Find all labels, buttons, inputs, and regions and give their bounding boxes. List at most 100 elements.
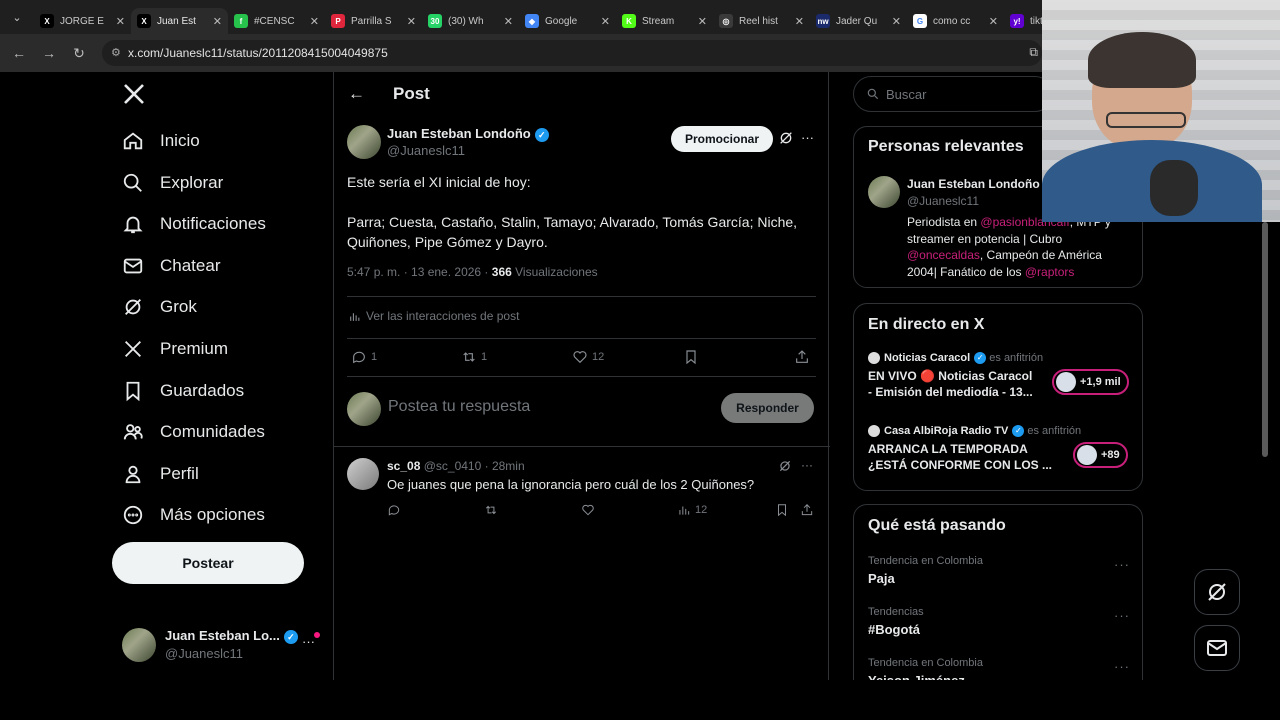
author-name[interactable]: Juan Esteban Londoño (387, 126, 531, 141)
scrollbar[interactable] (1260, 222, 1270, 672)
avatar[interactable] (347, 458, 379, 490)
back-arrow-icon[interactable]: ← (4, 45, 34, 61)
promote-button[interactable]: Promocionar (671, 126, 774, 152)
live-listeners-pill[interactable]: +89 (1073, 442, 1128, 468)
repost-button[interactable] (484, 503, 502, 517)
tab-favicon-icon: G (913, 14, 927, 28)
sidebar-item-grok[interactable]: Grok (120, 289, 197, 325)
messages-float-button[interactable] (1194, 625, 1240, 671)
close-tab-icon[interactable]: ✕ (407, 15, 416, 28)
sidebar-item-mas-opciones[interactable]: Más opciones (120, 497, 265, 533)
close-tab-icon[interactable]: ✕ (310, 15, 319, 28)
relevant-name[interactable]: Juan Esteban Londoño (907, 177, 1040, 191)
address-bar[interactable]: ⚙ x.com/Juaneslc11/status/20112084150040… (102, 40, 1042, 66)
live-item[interactable]: Casa AlbiRoja Radio TV ✓ es anfitrión ARR… (854, 425, 1142, 489)
close-tab-icon[interactable]: ✕ (504, 15, 513, 28)
notification-dot (314, 632, 320, 638)
close-tab-icon[interactable]: ✕ (116, 15, 125, 28)
browser-tab[interactable]: K Stream ✕ (616, 8, 713, 34)
reply-author-handle[interactable]: @sc_0410 (424, 459, 482, 473)
bio-link[interactable]: @oncecaldas (907, 248, 980, 262)
trend-item[interactable]: Tendencia en Colombia Paja ··· (854, 555, 1142, 599)
grok-float-button[interactable] (1194, 569, 1240, 615)
more-icon[interactable]: ··· (302, 634, 315, 649)
repost-button[interactable]: 1 (461, 349, 487, 365)
reply-input[interactable]: Postea tu respuesta (388, 398, 530, 416)
account-switcher[interactable]: Juan Esteban Lo... ✓ @Juaneslc11 ··· (120, 626, 326, 666)
close-tab-icon[interactable]: ✕ (892, 15, 901, 28)
more-icon[interactable]: ··· (801, 130, 814, 145)
sidebar-item-premium[interactable]: Premium (120, 331, 228, 367)
grok-icon[interactable] (778, 130, 794, 151)
sidebar-item-perfil[interactable]: Perfil (120, 456, 199, 492)
sidebar-item-explorar[interactable]: Explorar (120, 165, 223, 201)
grok-icon[interactable] (778, 459, 792, 478)
close-tab-icon[interactable]: ✕ (213, 15, 222, 28)
more-icon[interactable]: ··· (1114, 608, 1130, 623)
back-arrow-icon[interactable]: ← (348, 84, 365, 104)
browser-tab[interactable]: X Juan Est ✕ (131, 8, 228, 34)
views-button[interactable]: 12 (677, 503, 707, 517)
sidebar-item-notificaciones[interactable]: Notificaciones (120, 206, 266, 242)
close-tab-icon[interactable]: ✕ (601, 15, 610, 28)
reply-button[interactable]: 1 (351, 349, 377, 365)
like-count: 12 (592, 351, 605, 363)
more-icon[interactable]: ··· (1114, 659, 1130, 674)
x-logo-icon (120, 336, 146, 362)
browser-tab[interactable]: 30 (30) Wh ✕ (422, 8, 519, 34)
forward-arrow-icon[interactable]: → (34, 45, 64, 61)
bookmark-button[interactable] (683, 349, 703, 365)
sidebar-item-guardados[interactable]: Guardados (120, 373, 244, 409)
relevant-handle[interactable]: @Juaneslc11 (907, 194, 979, 208)
more-icon[interactable]: ··· (1114, 557, 1130, 572)
browser-tab[interactable]: f #CENSC ✕ (228, 8, 325, 34)
x-logo-icon[interactable] (122, 82, 148, 108)
live-listeners-pill[interactable]: +1,9 mil (1052, 369, 1129, 395)
author-handle[interactable]: @Juaneslc11 (387, 143, 465, 158)
install-app-icon[interactable]: ⧉ (1029, 45, 1038, 60)
live-title-line: EN VIVO 🔴 Noticias Caracol (868, 369, 1033, 383)
more-icon[interactable]: ··· (801, 458, 813, 472)
sidebar-item-chatear[interactable]: Chatear (120, 248, 220, 284)
browser-tab[interactable]: ◎ Reel hist ✕ (713, 8, 810, 34)
bio-link[interactable]: @raptors (1025, 265, 1075, 279)
reply-post[interactable]: sc_08 @sc_0410 · 28min ··· Oe juanes que… (334, 447, 830, 527)
close-tab-icon[interactable]: ✕ (989, 15, 998, 28)
reload-icon[interactable]: ↻ (64, 45, 94, 62)
avatar[interactable] (347, 125, 381, 159)
sidebar-item-comunidades[interactable]: Comunidades (120, 414, 265, 450)
browser-tab[interactable]: X JORGE E ✕ (34, 8, 131, 34)
reply-submit-button[interactable]: Responder (721, 393, 814, 423)
reply-time[interactable]: · 28min (485, 459, 525, 473)
search-icon (867, 88, 879, 100)
site-info-icon[interactable]: ⚙ (111, 46, 121, 59)
close-tab-icon[interactable]: ✕ (795, 15, 804, 28)
avatar[interactable] (868, 176, 900, 208)
trend-item[interactable]: Tendencia en Colombia Yeison Jiménez ··· (854, 657, 1142, 680)
scrollbar-thumb[interactable] (1262, 222, 1268, 457)
browser-tab[interactable]: nw Jader Qu ✕ (810, 8, 907, 34)
bookmark-button[interactable] (775, 503, 793, 517)
main-column: ← Post Juan Esteban Londoño ✓ @Juaneslc11… (333, 72, 830, 680)
bookmark-icon (686, 350, 696, 365)
search-input[interactable]: Buscar (853, 76, 1053, 112)
share-button[interactable] (794, 349, 814, 365)
reply-button[interactable] (387, 503, 405, 517)
like-button[interactable] (581, 503, 599, 517)
trend-item[interactable]: Tendencias #Bogotá ··· (854, 606, 1142, 650)
browser-tab[interactable]: P Parrilla S ✕ (325, 8, 422, 34)
reply-author-name[interactable]: sc_08 (387, 459, 420, 473)
like-button[interactable]: 12 (572, 349, 604, 365)
tab-title: Jader Qu (836, 15, 878, 27)
sidebar-item-inicio[interactable]: Inicio (120, 123, 200, 159)
post-timestamp[interactable]: 5:47 p. m. · 13 ene. 2026 · (347, 265, 492, 279)
post-analytics-link[interactable]: Ver las interacciones de post (348, 309, 519, 323)
browser-tab[interactable]: ◆ Google ✕ (519, 8, 616, 34)
tab-title: Parrilla S (351, 15, 392, 27)
share-button[interactable] (800, 503, 818, 517)
tab-list-button[interactable]: ⌄ (0, 0, 34, 34)
close-tab-icon[interactable]: ✕ (698, 15, 707, 28)
post-button[interactable]: Postear (112, 542, 304, 584)
browser-tab[interactable]: Gcomo cc ✕ (907, 8, 1004, 34)
live-item[interactable]: Noticias Caracol ✓ es anfitrión EN VIVO 🔴… (854, 352, 1142, 416)
